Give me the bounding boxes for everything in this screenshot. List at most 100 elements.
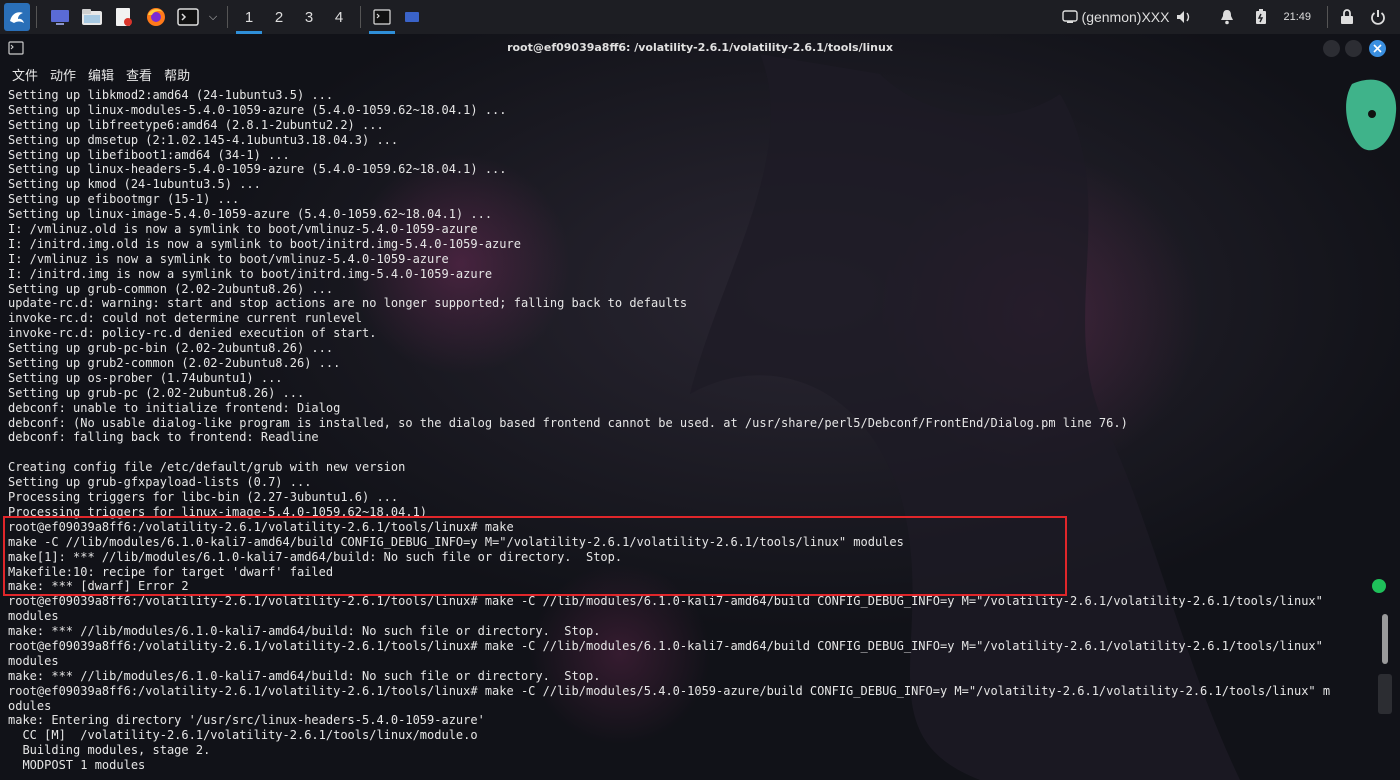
terminal-line: Processing triggers for linux-image-5.4.… (8, 504, 428, 519)
window-icon (405, 12, 419, 22)
terminal-line: Setting up libkmod2:amd64 (24-1ubuntu3.5… (8, 88, 334, 102)
workspace-3[interactable]: 3 (294, 0, 324, 34)
terminal-line: Makefile:10: recipe for target 'dwarf' f… (8, 564, 334, 579)
terminal-line: make[1]: *** //lib/modules/6.1.0-kali7-a… (8, 549, 623, 564)
terminal-line: Building modules, stage 2. (8, 743, 211, 758)
text-editor-icon (116, 8, 132, 26)
notification-bell-icon[interactable] (1219, 9, 1235, 25)
menu-actions[interactable]: 动作 (44, 65, 82, 84)
chevron-down-icon: ⌵ (208, 10, 218, 23)
system-tray: (genmon)XXX 21:49 (1061, 0, 1400, 34)
panel-separator (360, 6, 361, 28)
terminal-line: I: /vmlinuz is now a symlink to boot/vml… (8, 251, 449, 266)
terminal-line: I: /initrd.img is now a symlink to boot/… (8, 266, 493, 281)
workspace-label: 2 (274, 8, 284, 26)
kali-menu-button[interactable] (4, 3, 30, 31)
terminal-line: debconf: falling back to frontend: Readl… (8, 430, 319, 445)
terminal-line: make -C //lib/modules/6.1.0-kali7-amd64/… (8, 534, 904, 549)
terminal-line: Setting up libfreetype6:amd64 (2.8.1-2ub… (8, 117, 384, 132)
panel-separator (1327, 6, 1328, 28)
lock-icon[interactable] (1340, 9, 1354, 25)
terminal-icon (177, 8, 199, 26)
workspace-label: 3 (304, 8, 314, 26)
status-indicator (1372, 579, 1386, 593)
terminal-line: modules (8, 653, 59, 668)
show-desktop-button[interactable] (45, 2, 75, 32)
terminal-line: Processing triggers for libc-bin (2.27-3… (8, 490, 399, 505)
terminal-output[interactable]: Setting up libkmod2:amd64 (24-1ubuntu3.5… (8, 88, 1360, 773)
panel-separator (36, 6, 37, 28)
terminal-launcher[interactable] (173, 2, 203, 32)
terminal-line: I: /vmlinuz.old is now a symlink to boot… (8, 222, 478, 237)
terminal-line: Setting up os-prober (1.74ubuntu1) ... (8, 370, 283, 385)
terminal-line: invoke-rc.d: could not determine current… (8, 311, 363, 326)
genmon-icon[interactable] (1061, 10, 1078, 24)
terminal-line: Setting up grub-common (2.02-2ubuntu8.26… (8, 281, 334, 296)
terminal-line: Setting up linux-modules-5.4.0-1059-azur… (8, 102, 507, 117)
volume-icon[interactable] (1175, 9, 1193, 25)
terminal-line: odules (8, 698, 52, 713)
genmon-label[interactable]: (genmon)XXX (1082, 9, 1170, 25)
panel-separator (227, 6, 228, 28)
terminal-line: Creating config file /etc/default/grub w… (8, 460, 406, 475)
terminal-line: debconf: unable to initialize frontend: … (8, 400, 341, 415)
firefox-launcher[interactable] (141, 2, 171, 32)
terminal-line: root@ef09039a8ff6:/volatility-2.6.1/vola… (8, 683, 1331, 698)
maximize-button[interactable] (1345, 40, 1362, 57)
terminal-line: root@ef09039a8ff6:/volatility-2.6.1/vola… (8, 594, 1323, 609)
menu-file[interactable]: 文件 (0, 65, 44, 84)
terminal-line: root@ef09039a8ff6:/volatility-2.6.1/vola… (8, 638, 1323, 653)
terminal-line: Setting up grub2-common (2.02-2ubuntu8.2… (8, 356, 341, 371)
workspace-4[interactable]: 4 (324, 0, 354, 34)
terminal-line: I: /initrd.img.old is now a symlink to b… (8, 236, 521, 251)
terminal-line: Setting up kmod (24-1ubuntu3.5) ... (8, 177, 261, 192)
menu-bar: 文件 动作 编辑 查看 帮助 (0, 62, 196, 86)
terminal-line: make: *** [dwarf] Error 2 (8, 579, 189, 594)
workspace-label: 1 (244, 8, 254, 26)
scrollbar-thumb[interactable] (1382, 614, 1388, 664)
close-button[interactable] (1369, 40, 1386, 57)
window-title: root@ef09039a8ff6: /volatility-2.6.1/vol… (507, 41, 893, 54)
window-titlebar[interactable]: root@ef09039a8ff6: /volatility-2.6.1/vol… (0, 34, 1400, 62)
terminal-line: Setting up grub-pc (2.02-2ubuntu8.26) ..… (8, 385, 305, 400)
terminal-line: Setting up dmsetup (2:1.02.145-4.1ubuntu… (8, 132, 399, 147)
clock[interactable]: 21:49 (1283, 11, 1311, 23)
taskbar-terminal-window[interactable] (367, 0, 397, 34)
power-icon[interactable] (1370, 9, 1386, 25)
kali-dragon-icon (10, 12, 24, 23)
terminal-line: Setting up linux-headers-5.4.0-1059-azur… (8, 162, 507, 177)
taskbar-window[interactable] (397, 0, 427, 34)
terminal-line: update-rc.d: warning: start and stop act… (8, 296, 688, 311)
terminal-window: root@ef09039a8ff6: /volatility-2.6.1/vol… (0, 34, 1400, 780)
terminal-line: make: *** //lib/modules/6.1.0-kali7-amd6… (8, 624, 601, 639)
workspace-1[interactable]: 1 (234, 0, 264, 34)
terminal-line: make: *** //lib/modules/6.1.0-kali7-amd6… (8, 668, 601, 683)
menu-view[interactable]: 查看 (120, 65, 158, 84)
menu-edit[interactable]: 编辑 (82, 65, 120, 84)
terminal-line: root@ef09039a8ff6:/volatility-2.6.1/vola… (8, 519, 514, 534)
terminal-dropdown-button[interactable]: ⌵ (205, 2, 221, 32)
desktop: ⌵ 1 2 3 4 (genmon)XXX 21:49 root@ef09039… (0, 0, 1400, 780)
terminal-line: CC [M] /volatility-2.6.1/volatility-2.6.… (8, 728, 478, 743)
terminal-line: Setting up grub-pc-bin (2.02-2ubuntu8.26… (8, 341, 334, 356)
workspace-label: 4 (334, 8, 344, 26)
battery-icon[interactable] (1255, 9, 1267, 25)
workspace-2[interactable]: 2 (264, 0, 294, 34)
text-editor-launcher[interactable] (109, 2, 139, 32)
terminal-icon (373, 9, 391, 25)
top-panel: ⌵ 1 2 3 4 (genmon)XXX 21:49 (0, 0, 1400, 34)
firefox-icon (147, 8, 165, 26)
file-manager-launcher[interactable] (77, 2, 107, 32)
scrollbar-track[interactable] (1378, 674, 1392, 714)
menu-help[interactable]: 帮助 (158, 65, 196, 84)
terminal-line: Setting up libefiboot1:amd64 (34-1) ... (8, 147, 290, 162)
terminal-line: modules (8, 609, 59, 624)
terminal-line: invoke-rc.d: policy-rc.d denied executio… (8, 326, 377, 341)
terminal-line: debconf: (No usable dialog-like program … (8, 415, 1128, 430)
desktop-icon (51, 10, 69, 25)
folder-icon (82, 9, 102, 25)
minimize-button[interactable] (1323, 40, 1340, 57)
terminal-line: Setting up linux-image-5.4.0-1059-azure … (8, 207, 493, 222)
close-icon (1373, 44, 1382, 53)
